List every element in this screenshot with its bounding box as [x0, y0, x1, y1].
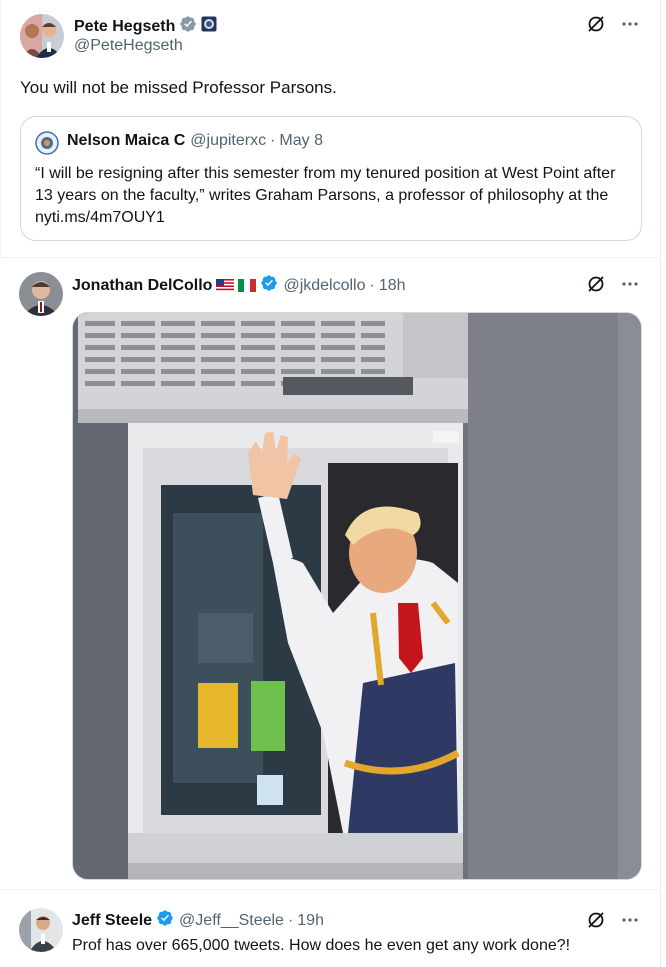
- avatar-jeff-steele[interactable]: [19, 908, 63, 952]
- quote-display-name[interactable]: Nelson Maica C: [67, 132, 185, 150]
- handle[interactable]: @Jeff__Steele: [179, 912, 284, 930]
- post-media-image[interactable]: [72, 312, 642, 880]
- verified-blue-badge-icon[interactable]: [260, 274, 278, 297]
- post-text: You will not be missed Professor Parsons…: [20, 78, 337, 97]
- post-pete-hegseth[interactable]: Pete Hegseth @PeteHegseth You will not b…: [0, 0, 661, 258]
- avatar-pete-hegseth[interactable]: [20, 14, 64, 58]
- quote-avatar[interactable]: [35, 131, 59, 155]
- quote-date[interactable]: May 8: [279, 132, 323, 150]
- post-actions: [586, 14, 640, 34]
- post-actions: [586, 910, 640, 930]
- display-name[interactable]: Pete Hegseth: [74, 18, 175, 36]
- us-flag-icon: [216, 279, 235, 292]
- post-jeff-steele[interactable]: Jeff Steele @Jeff__Steele · 19h Prof has…: [0, 892, 661, 967]
- quoted-post[interactable]: Nelson Maica C @jupiterxc · May 8 “I wil…: [20, 116, 642, 241]
- grok-icon[interactable]: [586, 274, 606, 294]
- avatar-jonathan-delcollo[interactable]: [19, 272, 63, 316]
- author-row: Jonathan DelCollo @jkdelcollo · 18h: [72, 274, 406, 297]
- italy-flag-icon: [238, 279, 257, 292]
- handle-row: @PeteHegseth: [74, 37, 183, 55]
- drive-thru-photo: [73, 313, 641, 879]
- handle[interactable]: @PeteHegseth: [74, 37, 183, 55]
- author-row: Jeff Steele @Jeff__Steele · 19h: [72, 909, 324, 932]
- more-icon[interactable]: [620, 14, 640, 34]
- post-time[interactable]: 18h: [379, 277, 406, 295]
- dod-seal-badge-icon[interactable]: [201, 16, 217, 37]
- handle[interactable]: @jkdelcollo: [283, 277, 365, 295]
- verified-blue-badge-icon[interactable]: [156, 909, 174, 932]
- post-actions: [586, 274, 640, 294]
- grok-icon[interactable]: [586, 14, 606, 34]
- quote-handle[interactable]: @jupiterxc: [190, 132, 266, 150]
- post-time[interactable]: 19h: [297, 912, 324, 930]
- display-name[interactable]: Jeff Steele: [72, 912, 152, 930]
- more-icon[interactable]: [620, 910, 640, 930]
- verified-gray-badge-icon[interactable]: [179, 15, 197, 38]
- grok-icon[interactable]: [586, 910, 606, 930]
- separator-dot: ·: [369, 276, 375, 294]
- author-row: Pete Hegseth: [74, 15, 217, 38]
- display-name[interactable]: Jonathan DelCollo: [72, 277, 212, 295]
- more-icon[interactable]: [620, 274, 640, 294]
- post-text: Prof has over 665,000 tweets. How does h…: [72, 937, 571, 954]
- separator-dot: ·: [287, 911, 294, 929]
- separator-dot: ·: [270, 132, 276, 149]
- post-jonathan-delcollo[interactable]: Jonathan DelCollo @jkdelcollo · 18h: [0, 259, 661, 890]
- quote-text: “I will be resigning after this semester…: [35, 165, 616, 226]
- quote-author-row: Nelson Maica C @jupiterxc · May 8: [67, 132, 323, 150]
